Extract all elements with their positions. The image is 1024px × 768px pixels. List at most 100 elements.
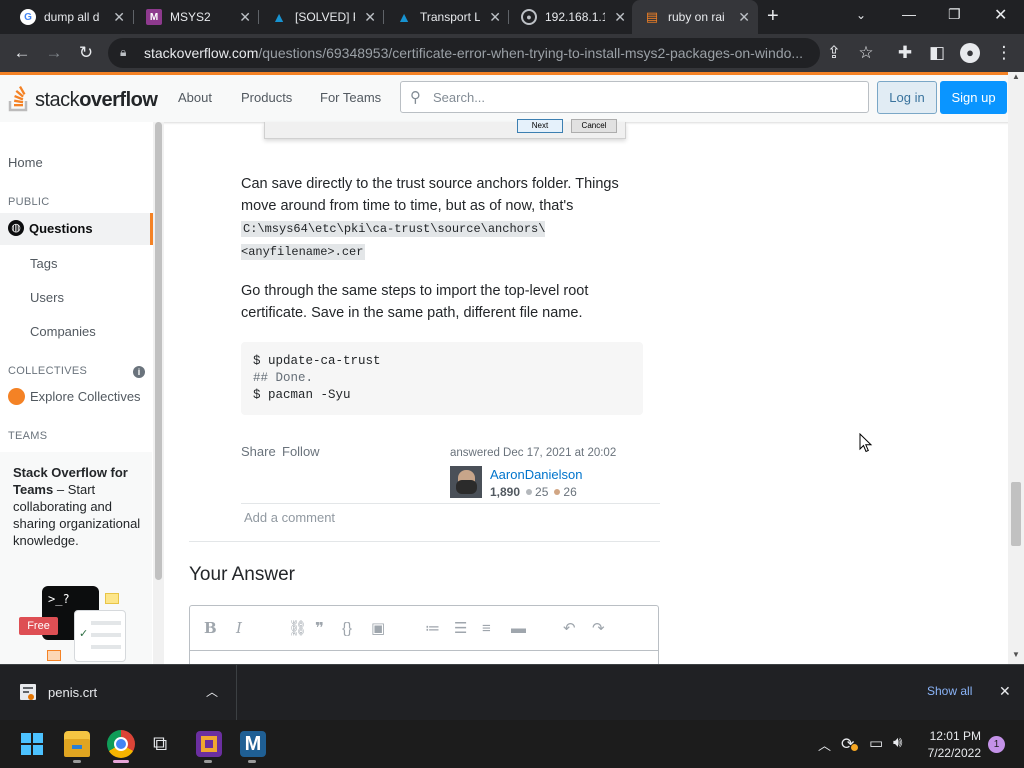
tab-4[interactable]: ● 192.168.1.1 ✕ [509,0,634,34]
sidebar-item-tags[interactable]: Tags [30,256,57,271]
close-icon[interactable]: ✕ [364,9,376,25]
nav-about[interactable]: About [178,90,212,105]
so-logo[interactable]: stack overflow [8,82,158,112]
google-icon: G [20,9,36,25]
comment-divider [241,503,660,504]
teams-promo-text: Stack Overflow for Teams – Start collabo… [13,464,141,549]
image-icon[interactable]: ▣ [371,619,425,637]
file-explorer-icon[interactable] [64,731,90,757]
profile-icon[interactable]: ● [960,43,980,63]
undo-icon[interactable]: ↶ [563,619,592,637]
close-download-bar-icon[interactable]: ✕ [999,683,1011,700]
chevron-up-tray-icon[interactable]: ︿ [818,735,831,754]
close-icon[interactable]: ✕ [738,9,750,25]
italic-icon[interactable]: I [236,619,288,637]
back-icon[interactable]: ← [12,43,32,63]
tab-2[interactable]: ▲ [SOLVED] P ✕ [259,0,384,34]
page-scrollbar[interactable]: ▲ ▼ [1008,72,1024,664]
sidebar-item-explore-collectives[interactable]: Explore Collectives [30,389,141,404]
close-icon[interactable]: ✕ [489,9,501,25]
sidebar-item-home[interactable]: Home [8,155,43,170]
info-icon[interactable]: i [133,366,145,378]
show-all-button[interactable]: Show all [927,684,972,698]
tab-0[interactable]: G dump all d ✕ [8,0,133,34]
menu-icon[interactable]: ⋮ [994,43,1014,63]
address-bar[interactable]: 🔒︎ stackoverflow.com/questions/69348953/… [108,38,820,68]
close-icon[interactable]: ✕ [113,9,125,25]
rule-icon[interactable]: ▬ [511,620,563,637]
restore-icon[interactable]: ❐ [948,6,961,23]
arch-icon: ▲ [397,9,411,25]
url-path: /questions/69348953/certificate-error-wh… [258,45,804,61]
code-selected-text[interactable]: \msys64\etc\pki\ca-trust\source\anchors\ [257,222,545,236]
code-block: $ update-ca-trust ## Done. $ pacman -Syu [241,342,643,415]
sidebar-item-questions[interactable]: ◍ Questions [0,213,153,245]
sidebar-scrollbar[interactable] [153,122,164,664]
share-icon[interactable]: ⇪ [824,43,844,63]
avatar[interactable] [450,466,482,498]
tab-1[interactable]: M MSYS2 ✕ [134,0,259,34]
bronze-badge-icon [554,489,561,495]
editor-toolbar-divider [190,650,658,651]
download-item[interactable]: penis.crt ︿ [0,665,237,721]
chrome-icon[interactable] [107,730,135,758]
tab-title: 192.168.1.1 [545,10,605,24]
sidebar-heading-public: PUBLIC [8,196,50,208]
scroll-down-icon[interactable]: ▼ [1012,650,1020,659]
sidebar-item-users[interactable]: Users [30,290,64,305]
stackoverflow-logo-icon [8,86,28,112]
heading-icon[interactable]: ≡ [482,620,511,637]
bold-icon[interactable]: B [204,619,236,637]
tab-3[interactable]: ▲ Transport L ✕ [384,0,509,34]
redo-icon[interactable]: ↷ [592,619,620,637]
close-icon[interactable]: ✕ [239,9,251,25]
active-app-indicator [113,760,129,763]
certificate-file-icon [20,684,36,700]
bullet-list-icon[interactable]: ☰ [454,619,482,637]
close-icon[interactable]: ✕ [614,9,626,25]
warning-dot-icon [851,744,858,751]
nav-for-teams[interactable]: For Teams [320,90,381,105]
clock-time[interactable]: 12:01 PM [929,729,981,743]
windows-start-icon[interactable] [21,733,43,755]
search-input[interactable]: ⚲ Search... [400,81,869,113]
bookmark-star-icon[interactable]: ☆ [856,43,876,63]
sidebar-heading-teams: TEAMS [8,430,48,442]
forward-icon[interactable]: → [44,43,64,63]
terminal-app-icon[interactable] [196,731,222,757]
scroll-up-icon[interactable]: ▲ [1012,72,1020,81]
quote-icon[interactable]: ❞ [315,619,342,637]
follow-link[interactable]: Follow [282,444,320,459]
msys2-taskbar-icon[interactable]: M [240,731,266,757]
login-button[interactable]: Log in [877,81,937,114]
volume-icon[interactable]: 🔊︎ [893,734,902,751]
user-name-link[interactable]: AaronDanielson [490,467,583,482]
side-panel-icon[interactable]: ◧ [927,43,947,63]
extensions-icon[interactable]: ✚ [895,43,915,63]
answered-timestamp[interactable]: answered Dec 17, 2021 at 20:02 [450,447,616,459]
tab-5-active[interactable]: ▤ ruby on rai ✕ [632,0,758,34]
ordered-list-icon[interactable]: ≔ [425,619,454,637]
notification-badge[interactable]: 1 [988,736,1005,753]
silver-badge-icon [526,489,533,495]
add-comment-link[interactable]: Add a comment [244,510,335,525]
sidebar-item-companies[interactable]: Companies [30,324,96,339]
nav-products[interactable]: Products [241,90,292,105]
clock-date[interactable]: 7/22/2022 [917,746,981,760]
mouse-cursor-icon [859,433,873,453]
code-icon[interactable]: {} [342,620,371,637]
window-close-icon[interactable]: ✕ [994,5,1007,25]
reload-icon[interactable]: ↻ [76,43,96,63]
tab-search-icon[interactable]: ⌄ [856,8,866,22]
chat-bubble-icon [105,593,119,604]
minimize-icon[interactable]: — [902,6,916,22]
link-icon[interactable]: ⛓ [288,619,315,637]
network-icon[interactable]: ▭ [869,734,883,752]
sidebar-scrollbar-thumb[interactable] [155,122,162,580]
signup-button[interactable]: Sign up [940,81,1007,114]
share-link[interactable]: Share [241,444,276,459]
new-tab-icon[interactable]: + [767,6,779,26]
chevron-up-icon[interactable]: ︿ [206,683,218,700]
task-view-icon[interactable]: ⧉ [153,733,167,756]
page-scrollbar-thumb[interactable] [1011,482,1021,546]
